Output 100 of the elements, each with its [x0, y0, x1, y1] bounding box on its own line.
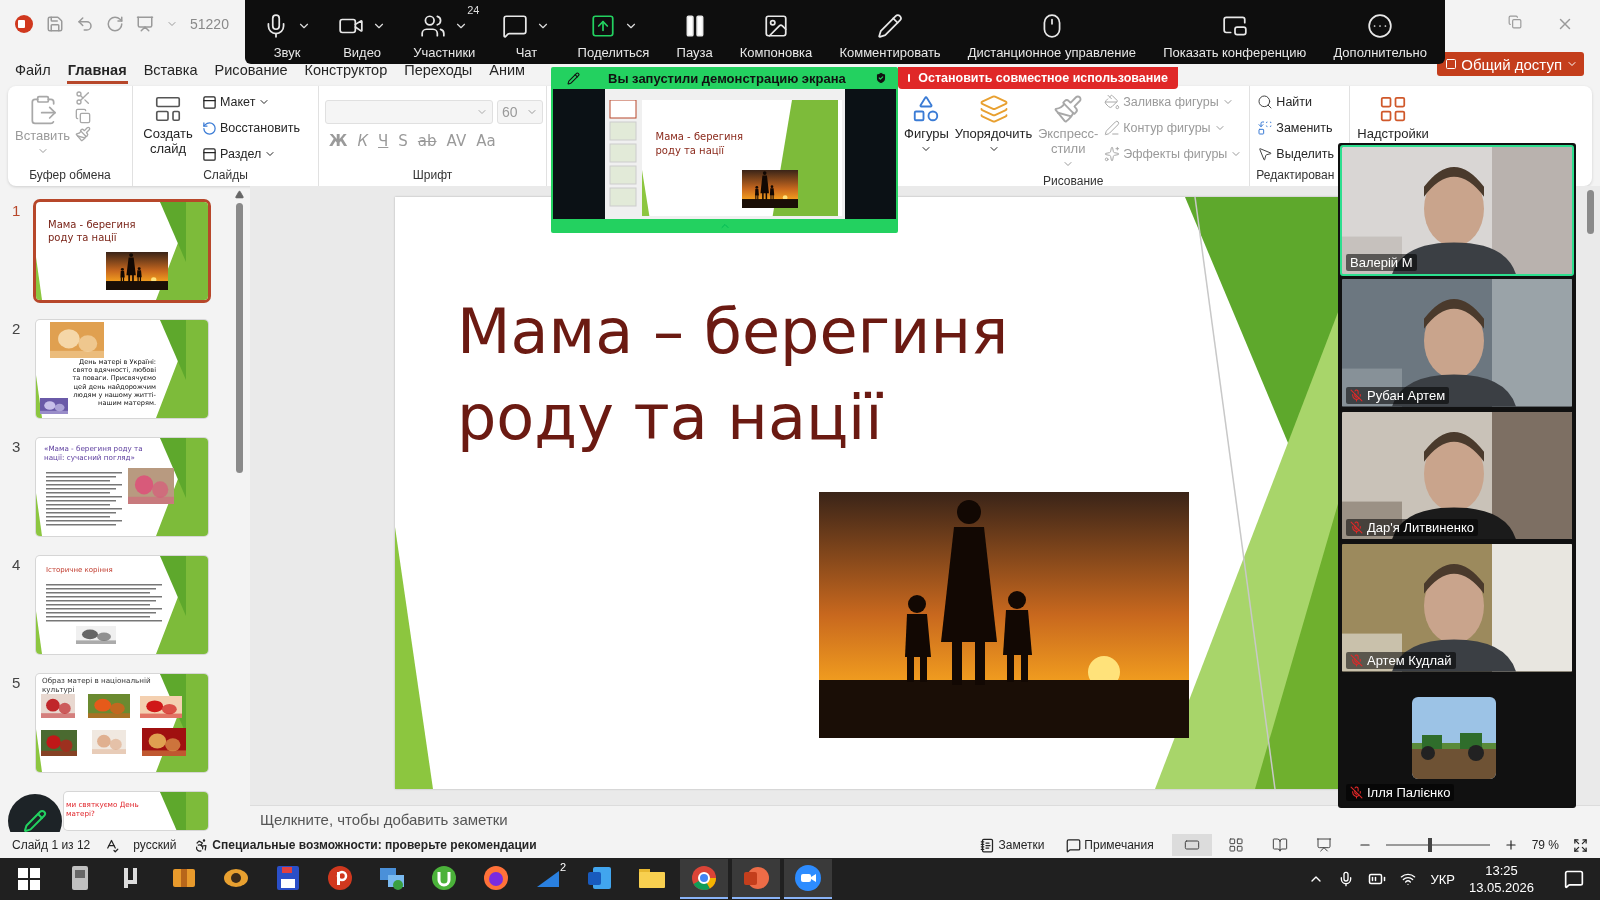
language-label[interactable]: русский [133, 838, 177, 852]
taskbar-app-button[interactable]: 2 [524, 859, 572, 899]
meeting-toolbar-button[interactable]: Дистанционное управление [963, 0, 1140, 64]
meeting-toolbar-button[interactable]: Дополнительно [1329, 0, 1431, 64]
scroll-up-icon[interactable] [234, 190, 244, 199]
pen-icon [1104, 120, 1121, 136]
share-icon [1445, 58, 1458, 70]
book-icon [1271, 837, 1288, 853]
editing-button[interactable]: Найти [1256, 90, 1336, 114]
drawing-tool-button[interactable]: Фигуры [903, 90, 950, 159]
windows-icon [1221, 13, 1248, 39]
pencil-icon [567, 71, 580, 85]
zoom-level[interactable]: 79 % [1531, 838, 1559, 852]
editing-button[interactable]: Выделить [1256, 142, 1336, 166]
folder-icon [638, 866, 666, 890]
people-icon [420, 13, 447, 39]
slide-title: Мама – берегиня роду та нації [457, 294, 1010, 456]
accessibility-icon [194, 837, 210, 853]
drive-icon [69, 865, 91, 891]
video-tile[interactable]: Валерій М [1340, 145, 1574, 277]
video-tile[interactable]: Артем Кудлай [1340, 542, 1574, 674]
floppy-icon [276, 865, 300, 891]
meeting-toolbar-button[interactable]: Комментировать [835, 0, 945, 64]
meeting-toolbar-button[interactable]: Звук [259, 0, 315, 64]
meeting-toolbar-button[interactable]: Поделиться [573, 0, 654, 64]
notes-button[interactable]: Заметки [976, 834, 1049, 856]
group-title: Шрифт [411, 168, 454, 184]
normal-view-icon [1183, 837, 1200, 853]
view-button[interactable] [1171, 834, 1212, 856]
sharing-notice: Вы запустили демонстрацию экрана [608, 70, 846, 86]
undo-icon[interactable] [76, 15, 94, 33]
slide-number: 4 [12, 556, 22, 575]
ribbon-tab[interactable]: Аним [488, 62, 527, 84]
participant-name-text: Ілля Палієнко [1367, 785, 1451, 801]
paint-bucket-icon [1104, 94, 1121, 110]
more-icon [1367, 13, 1394, 39]
notes-icon [980, 837, 996, 853]
notifications-icon[interactable] [1564, 869, 1584, 889]
slide-thumbnail[interactable]: Мама - берегиня роду та нації [36, 202, 208, 300]
accessibility-button[interactable]: Специальные возможности: проверьте рекомендации [190, 834, 541, 856]
redo-icon[interactable] [106, 15, 124, 33]
section-icon [202, 146, 217, 162]
ribbon-tab[interactable]: Файл [14, 62, 52, 84]
presentation-app-icon [743, 865, 769, 891]
zoom-slider-thumb[interactable] [1428, 838, 1433, 852]
wifi-icon[interactable] [1400, 871, 1417, 887]
zoom-in-icon[interactable] [1503, 838, 1518, 852]
meeting-toolbar-button[interactable]: Видео [334, 0, 391, 64]
slide-number: 3 [12, 438, 22, 457]
fit-icon[interactable] [1573, 837, 1588, 853]
stop-sharing-button[interactable]: Остановить совместное использование [898, 67, 1178, 89]
drawing-tool-button[interactable]: Упорядочить [953, 90, 1034, 159]
slides-menu-button[interactable]: Раздел [201, 142, 302, 166]
layout-icon [202, 94, 217, 110]
ribbon-tab[interactable]: Переходы [403, 62, 474, 84]
comment-icon [1066, 837, 1082, 853]
share-button[interactable]: Общий доступ [1437, 52, 1584, 76]
presentation-icon[interactable] [136, 15, 154, 33]
restore-icon[interactable] [1508, 15, 1522, 29]
scrollbar-thumb[interactable] [235, 203, 243, 473]
meeting-toolbar-button[interactable]: Пауза [672, 0, 717, 64]
group-title: Редактирован [1256, 168, 1336, 184]
slide-title: Мама - берегиня роду та нації [655, 130, 745, 158]
slides-menu-button[interactable]: Восстановить [201, 116, 302, 140]
browser-icon [483, 865, 509, 891]
app-icon [327, 865, 353, 891]
taskbar-app-button[interactable] [784, 859, 832, 899]
taskbar-app-button[interactable] [680, 859, 728, 899]
presentation-icon [1315, 837, 1332, 853]
ribbon-tab[interactable]: Конструктор [303, 62, 389, 84]
app-count-label: 2 [559, 861, 566, 873]
participant-count: 24 [467, 4, 480, 16]
editing-button[interactable]: Заменить [1256, 116, 1336, 140]
video-tile[interactable]: Рубан Артем [1340, 277, 1574, 409]
scrollbar-thumb[interactable] [1586, 190, 1594, 234]
participant-name-text: Артем Кудлай [1367, 652, 1452, 668]
meeting-toolbar-button[interactable]: Чат [498, 0, 555, 64]
ribbon-tab[interactable]: Вставка [142, 62, 199, 84]
windows-icon[interactable] [18, 868, 40, 890]
spellcheck-icon[interactable] [104, 837, 120, 853]
meeting-toolbar-button[interactable]: Компоновка [735, 0, 817, 64]
frame-icon [763, 13, 790, 39]
ribbon-tab[interactable]: Рисование [213, 62, 289, 84]
slide-number: 2 [12, 320, 22, 339]
document-icon [587, 865, 613, 891]
meeting-toolbar-button[interactable]: Показать конференцию [1159, 0, 1311, 64]
annotate-button[interactable] [8, 794, 62, 832]
app-logo-icon [14, 14, 34, 34]
search-icon [1257, 94, 1274, 110]
meeting-toolbar-button[interactable]: 24 Участники [409, 0, 480, 64]
participant-name-text: Валерій М [1350, 255, 1413, 271]
comments-button[interactable]: Примечания [1062, 834, 1158, 856]
new-slide-button[interactable]: Создать слайд [139, 90, 197, 160]
keyboard-language[interactable]: УКР [1430, 871, 1455, 887]
slides-menu-button[interactable]: Макет [201, 90, 302, 114]
font-name-field[interactable] [325, 100, 493, 124]
save-icon[interactable] [46, 15, 64, 33]
addins-button[interactable]: Надстройки [1356, 90, 1430, 145]
video-tile[interactable]: Дар'я Литвиненко [1340, 409, 1574, 542]
clock[interactable]: 13:25 13.05.2026 [1468, 862, 1534, 896]
